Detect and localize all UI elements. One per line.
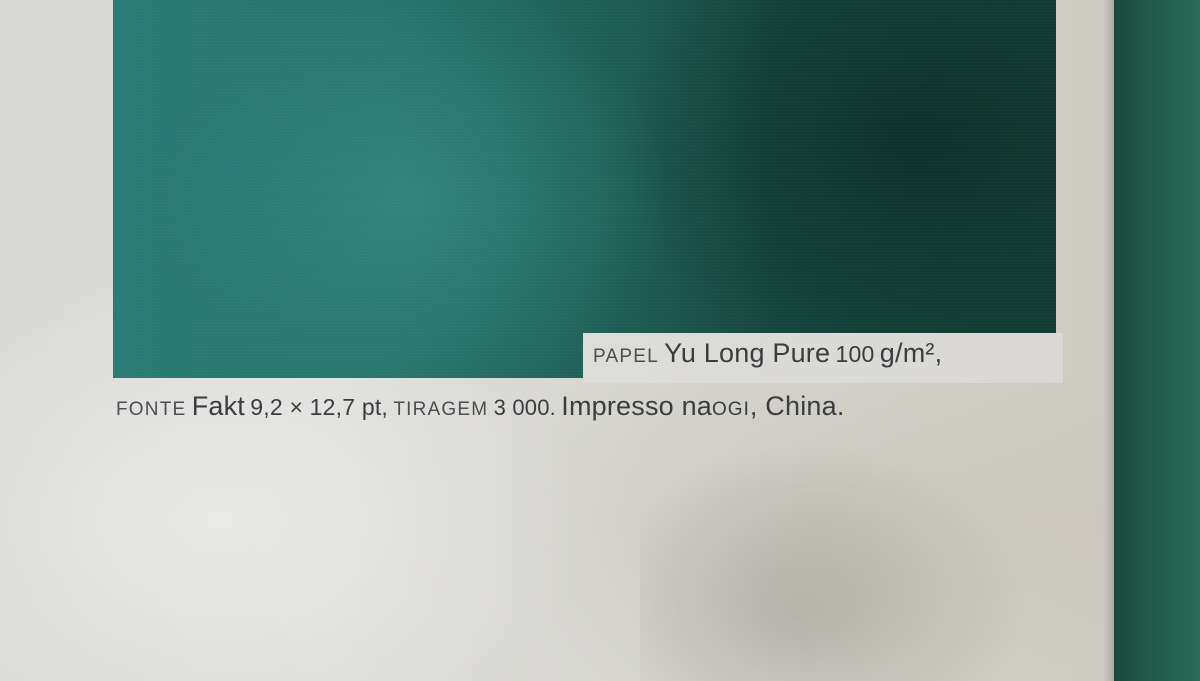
- print-location: , China.: [749, 391, 845, 421]
- colophon-paper-line: PAPEL Yu Long Pure 100 g/m²,: [593, 338, 942, 369]
- tiragem-label: TIRAGEM: [393, 399, 489, 420]
- font-size-value: 9,2 × 12,7 pt,: [250, 394, 389, 420]
- paper-name: Yu Long Pure: [664, 338, 831, 368]
- impresso-text: Impresso na: [561, 391, 713, 421]
- cast-shadow: [640, 430, 1120, 681]
- green-cover-edge: [1114, 0, 1200, 681]
- colophon-font-line: FONTE Fakt 9,2 × 12,7 pt, TIRAGEM 3 000.…: [116, 391, 845, 422]
- print-run-value: 3 000.: [493, 395, 556, 420]
- photo-grain-texture: [113, 0, 1056, 378]
- font-name: Fakt: [191, 391, 245, 421]
- paper-unit: g/m²,: [879, 338, 943, 368]
- paper-page: PAPEL Yu Long Pure 100 g/m², FONTE Fakt …: [0, 0, 1120, 681]
- papel-label: PAPEL: [593, 346, 659, 367]
- printer-name: OGI: [712, 399, 750, 420]
- fonte-label: FONTE: [116, 399, 187, 420]
- book-page-scene: PAPEL Yu Long Pure 100 g/m², FONTE Fakt …: [0, 0, 1200, 681]
- paper-weight: 100: [835, 341, 875, 367]
- teal-photo-block: [113, 0, 1056, 378]
